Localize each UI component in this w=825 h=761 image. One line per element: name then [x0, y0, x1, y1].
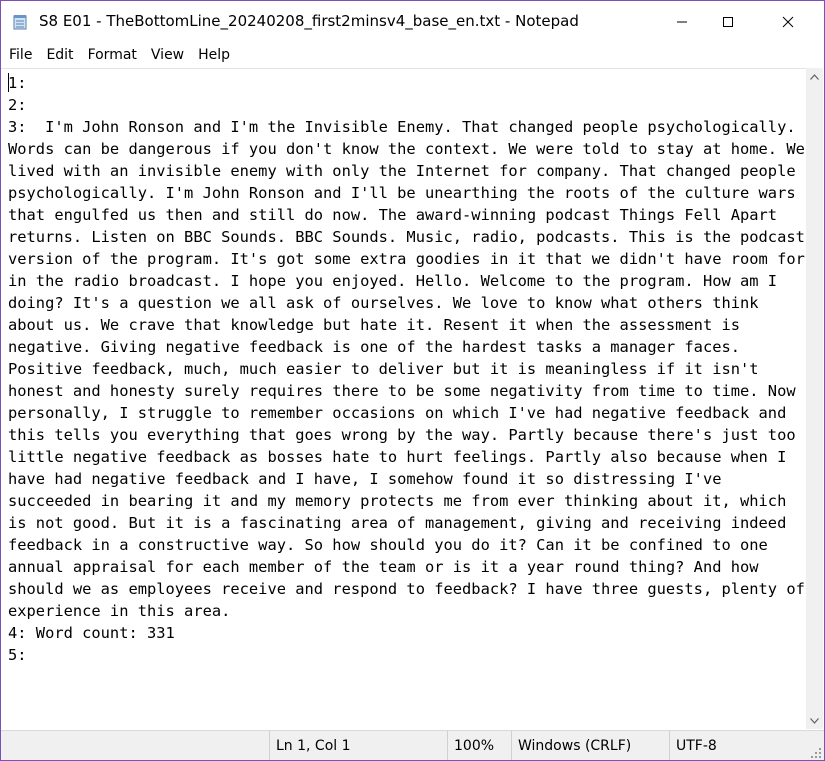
vertical-scrollbar[interactable]	[806, 68, 823, 729]
editor-content[interactable]: 1: 2: 3: I'm John Ronson and I'm the Inv…	[1, 69, 806, 666]
window-title: S8 E01 - TheBottomLine_20240208_first2mi…	[39, 12, 579, 30]
text-editor[interactable]: 1: 2: 3: I'm John Ronson and I'm the Inv…	[1, 68, 806, 730]
menu-format[interactable]: Format	[81, 43, 144, 67]
scroll-down-arrow[interactable]	[806, 712, 823, 729]
status-bar: Ln 1, Col 1 100% Windows (CRLF) UTF-8	[1, 730, 824, 760]
line-ending: Windows (CRLF)	[511, 731, 668, 760]
chevron-down-icon	[810, 717, 819, 724]
menu-file[interactable]: File	[1, 43, 39, 67]
minimize-icon	[677, 21, 687, 23]
scroll-up-arrow[interactable]	[806, 68, 823, 85]
menu-help[interactable]: Help	[191, 43, 237, 67]
minimize-button[interactable]	[659, 1, 705, 43]
encoding: UTF-8	[669, 731, 824, 760]
zoom-level: 100%	[447, 731, 510, 760]
resize-grip-icon[interactable]	[810, 747, 822, 759]
text-caret	[8, 73, 9, 92]
maximize-icon	[723, 17, 733, 27]
maximize-button[interactable]	[705, 1, 751, 43]
menu-view[interactable]: View	[144, 43, 191, 67]
close-button[interactable]	[751, 1, 824, 43]
notepad-icon[interactable]	[13, 14, 27, 30]
menu-edit[interactable]: Edit	[39, 43, 80, 67]
menu-bar: File Edit Format View Help	[1, 43, 824, 67]
notepad-window: S8 E01 - TheBottomLine_20240208_first2mi…	[0, 0, 825, 761]
chevron-up-icon	[810, 73, 819, 80]
cursor-position: Ln 1, Col 1	[269, 731, 446, 760]
close-icon	[782, 16, 793, 28]
title-bar[interactable]: S8 E01 - TheBottomLine_20240208_first2mi…	[1, 1, 824, 43]
